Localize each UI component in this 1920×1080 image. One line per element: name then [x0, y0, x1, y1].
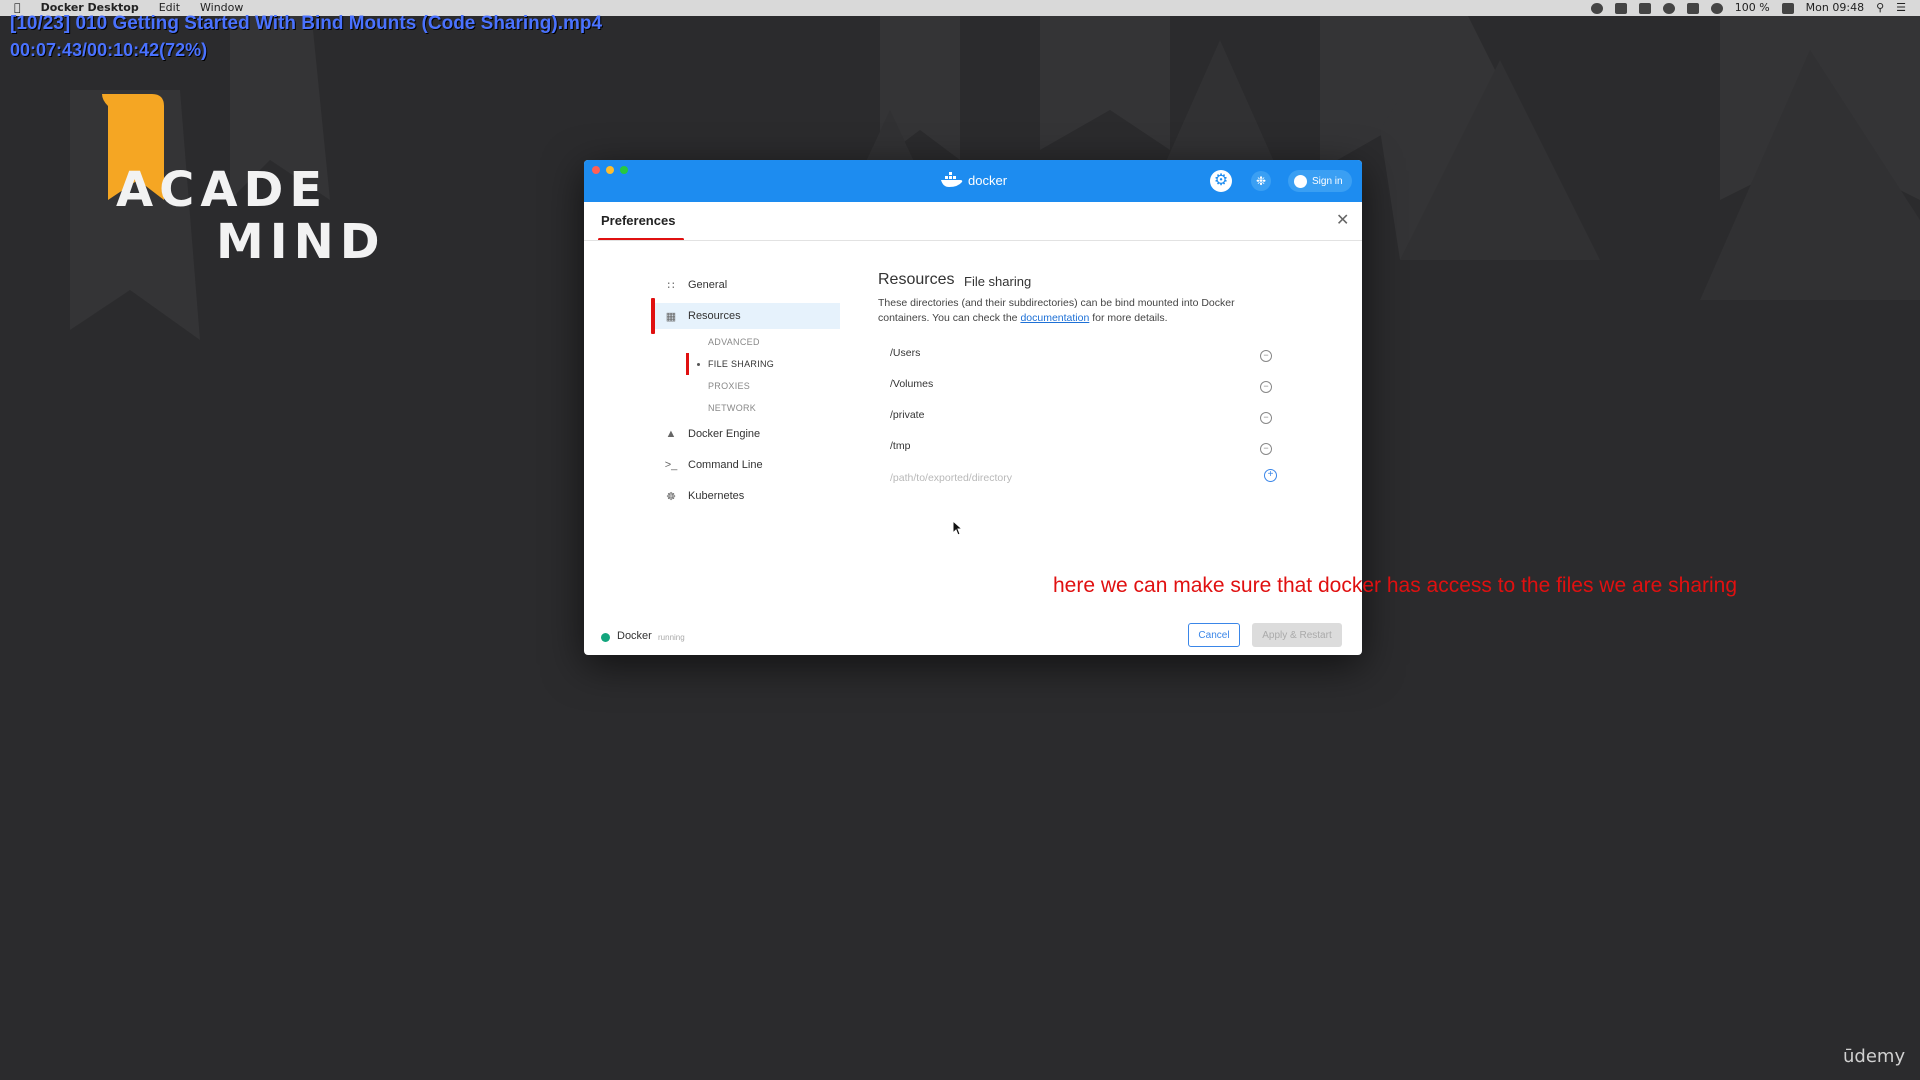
udemy-watermark: ūdemy [1843, 1046, 1906, 1067]
sidebar-item-kubernetes[interactable]: ☸ Kubernetes [654, 483, 840, 509]
window-controls [592, 166, 628, 174]
sub-item-network[interactable]: NETWORK [708, 403, 756, 413]
settings-gear-icon[interactable]: ⚙ [1210, 170, 1232, 192]
menu-clock[interactable]: Mon 09:48 [1806, 0, 1864, 16]
docker-brand-label: docker [968, 172, 1008, 188]
video-time-overlay: 00:07:43/00:10:42(72%) [10, 40, 208, 60]
academind-logo: ACADE MIND [100, 92, 380, 270]
mouse-cursor-icon [952, 520, 964, 536]
file-sharing-subheading: File sharing [964, 274, 1032, 289]
battery-percent: 100 % [1734, 1, 1770, 14]
troubleshoot-bug-icon[interactable]: ❉ [1251, 171, 1271, 191]
sign-in-label: Sign in [1312, 175, 1343, 187]
docker-whale-icon[interactable] [1614, 2, 1627, 14]
sub-item-advanced[interactable]: ADVANCED [708, 337, 760, 347]
user-avatar-icon [1294, 174, 1307, 188]
header-divider [584, 240, 1362, 241]
shared-path: /Volumes [890, 378, 934, 390]
red-marker-annotation [686, 353, 689, 375]
pin-icon[interactable] [1662, 2, 1675, 14]
status-icon[interactable] [1590, 2, 1603, 14]
remove-path-icon[interactable]: − [1260, 412, 1272, 424]
docker-whale-icon [941, 172, 963, 187]
helm-icon: ☸ [666, 490, 676, 503]
shared-path: /Users [890, 347, 921, 359]
instructor-annotation: here we can make sure that docker has ac… [1053, 574, 1738, 597]
logo-line1: ACADE [116, 162, 329, 218]
description-suffix: for more details. [1092, 312, 1168, 324]
active-dot-icon [697, 363, 700, 366]
dropbox-icon[interactable] [1638, 2, 1651, 14]
sidebar-item-resources[interactable]: ▦ Resources [654, 303, 840, 329]
remove-path-icon[interactable]: − [1260, 443, 1272, 455]
cpu-icon: ▦ [665, 310, 677, 323]
remove-path-icon[interactable]: − [1260, 381, 1272, 393]
sidebar-item-label: General [688, 279, 728, 291]
shared-path-row: /private − [890, 409, 1280, 429]
apply-restart-button[interactable]: Apply & Restart [1252, 623, 1342, 647]
sidebar-item-label: Resources [688, 310, 741, 322]
minimize-window-button[interactable] [606, 166, 614, 174]
engine-name: Docker [617, 630, 652, 642]
engine-state: running [658, 633, 685, 642]
sidebar-item-label: Docker Engine [688, 428, 761, 440]
new-path-input[interactable]: /path/to/exported/directory [890, 472, 1280, 484]
shared-path-row: /Volumes − [890, 378, 1280, 398]
battery-icon[interactable] [1781, 2, 1794, 14]
sidebar-item-label: Kubernetes [688, 490, 745, 502]
red-marker-annotation [651, 298, 655, 334]
whale-icon: ▲ [665, 428, 677, 440]
resources-heading: Resources [878, 271, 955, 288]
video-title-overlay: [10/23] 010 Getting Started With Bind Mo… [10, 13, 603, 34]
maximize-window-button[interactable] [620, 166, 628, 174]
sidebar-item-general[interactable]: ∷ General [654, 272, 840, 298]
docker-logo: docker [940, 172, 1007, 188]
sidebar-item-docker-engine[interactable]: ▲ Docker Engine [654, 421, 840, 447]
sub-item-file-sharing[interactable]: FILE SHARING [708, 359, 774, 369]
sign-in-button[interactable]: Sign in [1288, 170, 1352, 192]
window-header: docker ⚙ ❉ Sign in [584, 160, 1362, 202]
sliders-icon: ∷ [667, 279, 675, 292]
preferences-title: Preferences [601, 213, 676, 228]
terminal-icon: >_ [664, 459, 678, 471]
shared-path: /private [890, 409, 925, 421]
sidebar-item-label: Command Line [688, 459, 763, 471]
logo-line2: MIND [216, 214, 386, 270]
spotlight-search-icon[interactable]: ⚲ [1876, 0, 1884, 16]
remove-path-icon[interactable]: − [1260, 350, 1272, 362]
status-indicator-icon [601, 633, 610, 642]
shared-path: /tmp [890, 440, 911, 452]
close-icon[interactable]: ✕ [1336, 210, 1349, 230]
wifi-icon[interactable] [1710, 2, 1723, 14]
notification-list-icon[interactable]: ☰ [1896, 0, 1906, 16]
shared-path-row: /Users − [890, 347, 1280, 367]
cancel-button[interactable]: Cancel [1188, 623, 1240, 647]
add-path-icon[interactable]: + [1264, 469, 1277, 482]
display-icon[interactable] [1686, 2, 1699, 14]
documentation-link[interactable]: documentation [1020, 312, 1089, 324]
sub-item-proxies[interactable]: PROXIES [708, 381, 750, 391]
sidebar-item-command-line[interactable]: >_ Command Line [654, 452, 840, 478]
shared-path-row: /tmp − [890, 440, 1280, 460]
file-sharing-description: These directories (and their subdirector… [878, 296, 1278, 326]
close-window-button[interactable] [592, 166, 600, 174]
